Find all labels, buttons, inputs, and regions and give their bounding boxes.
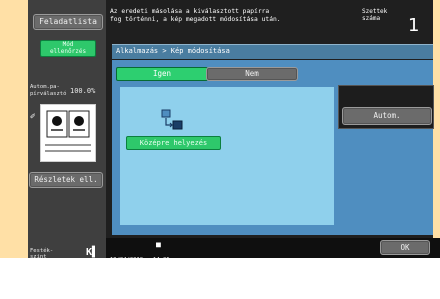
details-check-button[interactable]: Részletek ell. — [29, 172, 103, 188]
toner-level-label: Festék- szint — [30, 248, 54, 260]
left-border — [0, 0, 28, 258]
right-border — [433, 0, 440, 258]
breadcrumb: Alkalmazás > Kép módosítása — [116, 47, 230, 55]
yes-button[interactable]: Igen — [116, 67, 208, 81]
original-mode-label: Autom.pa- pírválasztó — [30, 84, 67, 97]
memory-status: Memória 100% — [110, 278, 167, 284]
sets-count-label: Szettek száma — [362, 8, 388, 22]
image-shift-diagram-icon — [161, 109, 183, 130]
staple-icon: ✐ — [30, 112, 36, 122]
no-button[interactable]: Nem — [206, 67, 298, 81]
job-icon: ■ — [156, 240, 161, 249]
job-list-button[interactable]: Feladatlista — [33, 14, 103, 30]
zoom-value: 100.0% — [70, 87, 96, 95]
date-time: 19/04/2010 14:06 — [110, 257, 170, 263]
copier-screen: Feladatlista Mód ellenőrzés Autom.pa- pí… — [0, 0, 440, 284]
auto-button[interactable]: Autom. — [342, 107, 432, 125]
image-shift-panel — [120, 87, 334, 225]
ok-button[interactable]: OK — [380, 240, 430, 255]
status-text: 19/04/2010 14:06 Memória 100% — [110, 243, 170, 299]
toner-k-icon: K▌ — [86, 247, 99, 258]
preview-pages-icon — [45, 110, 91, 152]
check-settings-button[interactable]: Mód ellenőrzés — [40, 40, 96, 57]
center-position-button[interactable]: Középre helyezés — [126, 136, 221, 150]
page-preview — [40, 104, 96, 162]
instruction-message: Az eredeti másolása a kiválasztott papír… — [110, 8, 281, 23]
sets-count-value: 1 — [408, 15, 420, 36]
